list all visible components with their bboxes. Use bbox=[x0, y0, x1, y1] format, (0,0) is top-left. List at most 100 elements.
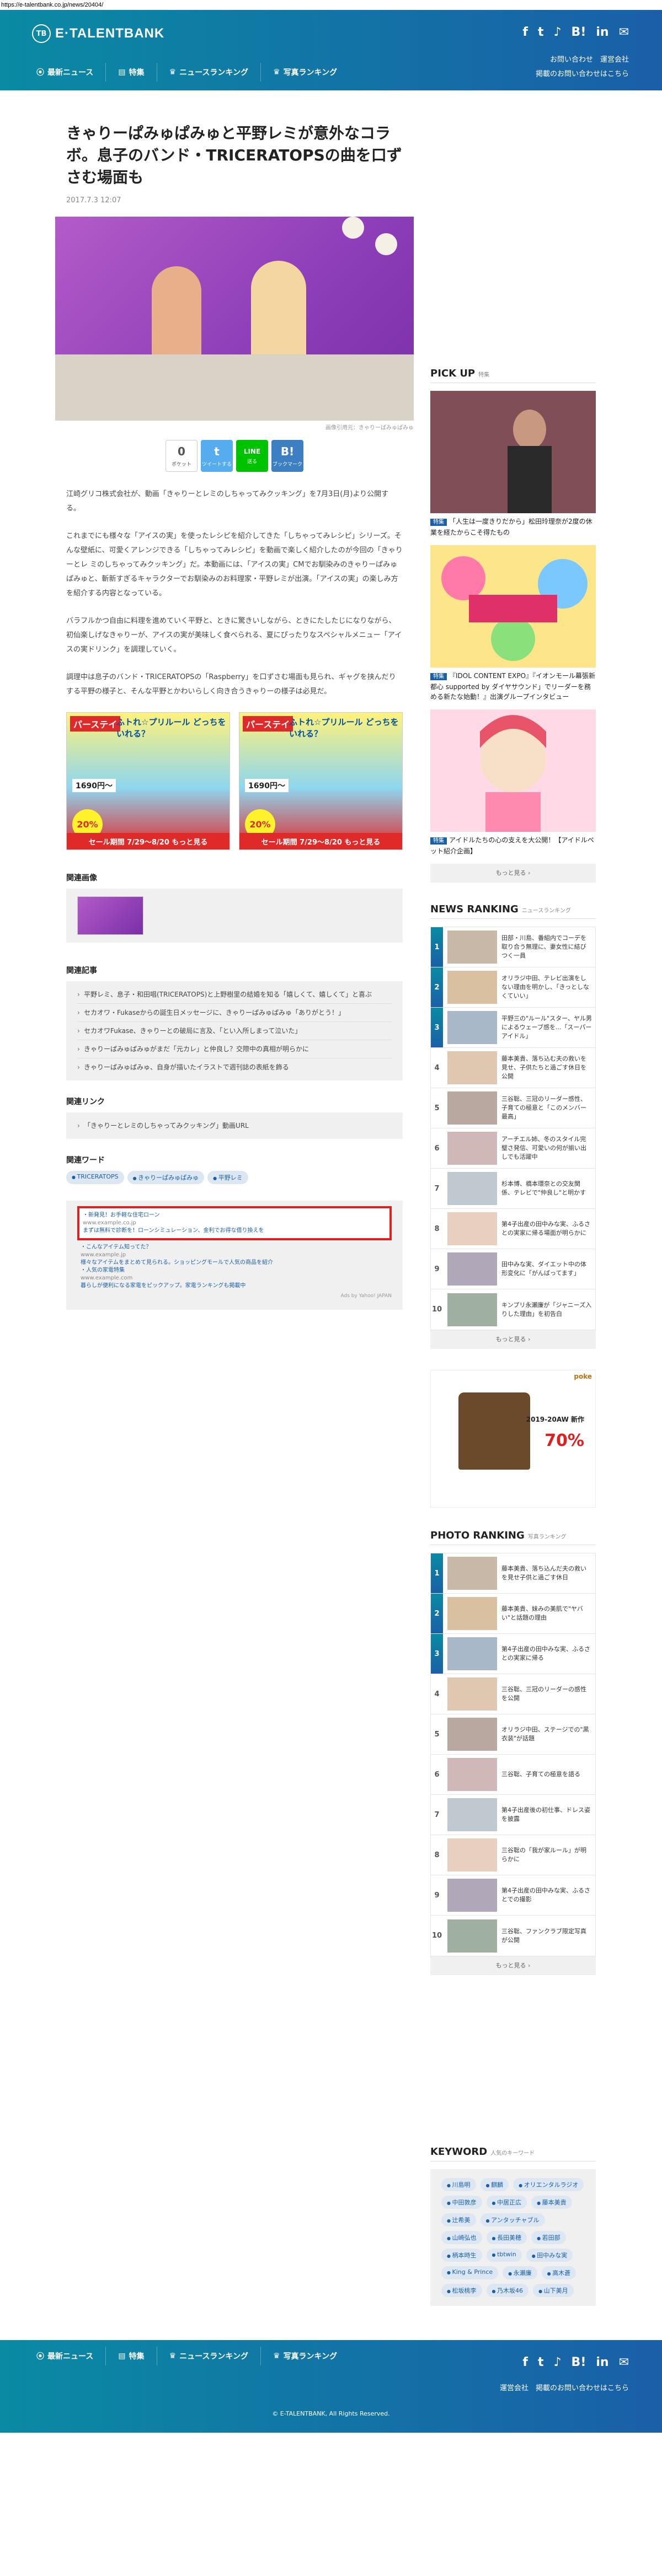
ranking-item[interactable]: 7 杉本博、橋本環奈との交友関係、テレビで"仲良し"と明かす bbox=[431, 1169, 595, 1209]
nav-news-ranking[interactable]: ♛ ニュースランキング bbox=[157, 63, 261, 82]
keyword-tag[interactable]: 田中みな実 bbox=[526, 2249, 573, 2262]
ranking-item[interactable]: 10 キンプリ永瀬廉が「ジャニーズ入りした理由」を初告白 bbox=[431, 1289, 595, 1330]
line-button[interactable]: LINE 送る bbox=[236, 440, 268, 472]
pickup-badge: 特集 bbox=[430, 673, 447, 680]
keyword-tag[interactable]: 中居正広 bbox=[486, 2196, 527, 2209]
rank-text: 田部・川島、番組内でコーデを取り合う無理に、妻女性に結びつく一員 bbox=[501, 934, 586, 959]
ad-inquiry-link[interactable]: 掲載のお問い合わせはこちら bbox=[536, 2384, 629, 2392]
keyword-tag[interactable]: きゃりーぱみゅぱみゅ bbox=[127, 1171, 205, 1184]
keyword-tag[interactable]: 川島明 bbox=[441, 2178, 476, 2191]
company-link[interactable]: 運営会社 bbox=[500, 2384, 528, 2392]
ranking-item[interactable]: 4 三谷聡、三冠のリーダーの感性を公開 bbox=[431, 1674, 595, 1714]
ranking-item[interactable]: 5 オリラジ中田、ステージでの"黒衣装"が話題 bbox=[431, 1714, 595, 1755]
keyword-tag[interactable]: 松坂桃李 bbox=[441, 2284, 482, 2297]
nav-latest-news[interactable]: ⦿ 最新ニュース bbox=[32, 2347, 106, 2365]
facebook-icon[interactable]: f bbox=[522, 25, 528, 39]
keyword-tag[interactable]: オリエンタルラジオ bbox=[513, 2178, 584, 2191]
keyword-tag[interactable]: アンタッチャブル bbox=[480, 2213, 545, 2227]
related-item[interactable]: セカオワ・Fukaseからの誕生日メッセージに、きゃりーぱみゅぱみゅ「ありがとう… bbox=[77, 1004, 392, 1022]
ranking-item[interactable]: 9 田中みな実、ダイエット中の体形変化に「がんばってます」 bbox=[431, 1249, 595, 1289]
twitter-icon[interactable]: t bbox=[538, 2355, 544, 2369]
nav-feature[interactable]: ▤ 特集 bbox=[106, 63, 157, 82]
pocket-button[interactable]: 0 ポケット bbox=[166, 440, 197, 472]
mail-icon[interactable]: ✉ bbox=[619, 2355, 629, 2369]
ranking-item[interactable]: 2 藤本美貴、妹みの美肌で"ヤバい"と話題の理由 bbox=[431, 1594, 595, 1634]
keyword-tag[interactable]: 平野レミ bbox=[207, 1171, 248, 1184]
related-link[interactable]: 「きゃりーとレミのしちゃってみクッキング」動画URL bbox=[77, 1117, 392, 1134]
keyword-tag[interactable]: TRICERATOPS bbox=[66, 1171, 124, 1184]
ranking-item[interactable]: 3 第4子出産の田中みな実、ふるさとの実家に帰る bbox=[431, 1634, 595, 1674]
recommend-url: www.example.com bbox=[81, 1275, 133, 1281]
pickup-more-button[interactable]: もっと見る › bbox=[430, 864, 596, 883]
hatena-icon[interactable]: B! bbox=[572, 25, 586, 39]
facebook-icon[interactable]: f bbox=[522, 2355, 528, 2369]
hatena-icon[interactable]: B! bbox=[572, 2355, 586, 2369]
tiktok-icon[interactable]: ♪ bbox=[554, 2355, 562, 2369]
ad-banner[interactable]: パーステイ ふトれ☆プリルール どっちをいれる？ 1690円〜 20% セール期… bbox=[66, 712, 230, 850]
ad-banner[interactable]: パーステイ ふトれ☆プリルール どっちをいれる？ 1690円〜 20% セール期… bbox=[239, 712, 403, 850]
photo-more-button[interactable]: もっと見る › bbox=[430, 1956, 596, 1975]
keyword-tag[interactable]: 永瀬廉 bbox=[503, 2266, 537, 2279]
keyword-tag[interactable]: King & Prince bbox=[441, 2266, 499, 2279]
recommend-title[interactable]: ・人気の家電特集 bbox=[81, 1267, 388, 1274]
keyword-tag[interactable]: 藤本美貴 bbox=[531, 2196, 572, 2209]
ranking-item[interactable]: 4 藤本美貴、落ち込む夫の救いを見せ、子供たちと過ごす休日を公開 bbox=[431, 1048, 595, 1088]
linkedin-icon[interactable]: in bbox=[596, 25, 608, 39]
photo-ranking-title: PHOTO RANKING bbox=[430, 1530, 525, 1541]
twitter-icon[interactable]: t bbox=[538, 25, 544, 39]
nav-photo-ranking[interactable]: ♛ 写真ランキング bbox=[261, 2347, 349, 2365]
tweet-button[interactable]: t ツイートする bbox=[201, 440, 233, 472]
ranking-item[interactable]: 6 アーチエル姉、冬のスタイル完璧さ発信、可愛いの何が揃い出しでも活躍中 bbox=[431, 1128, 595, 1169]
keyword-tag[interactable]: 辻希美 bbox=[441, 2213, 476, 2227]
contact-link[interactable]: お問い合わせ bbox=[550, 56, 593, 64]
ranking-item[interactable]: 8 三谷聡の「我が家ルール」が明らかに bbox=[431, 1835, 595, 1875]
ranking-item[interactable]: 1 藤本美貴、落ち込んだ夫の救いを見せ子供と過ごす休日 bbox=[431, 1553, 595, 1594]
ranking-item[interactable]: 5 三谷聡、三冠のリーダー感性、子育ての極意と「このメンバー最高」 bbox=[431, 1088, 595, 1128]
related-item[interactable]: 平野レミ、息子・和田唱(TRICERATOPS)と上野樹里の結婚を知る「嬉しくて… bbox=[77, 986, 392, 1004]
ranking-item[interactable]: 3 平野三の"ルール"スター、ヤル男によるウェーブ感を...「スーパーアイドル」 bbox=[431, 1008, 595, 1048]
ranking-item[interactable]: 7 第4子出産後の初仕事、ドレス姿を披露 bbox=[431, 1795, 595, 1835]
nav-feature[interactable]: ▤ 特集 bbox=[106, 2347, 157, 2365]
recommend-highlight[interactable]: ・新発見！お手軽な住宅ローン www.example.co.jp まずは無料で診… bbox=[77, 1206, 392, 1240]
ranking-item[interactable]: 2 オリラジ中田、テレビ出演をしない理由を明かし、「きっとしなくていい」 bbox=[431, 967, 595, 1008]
company-link[interactable]: 運営会社 bbox=[600, 56, 629, 64]
keyword-tag[interactable]: 麒麟 bbox=[480, 2178, 509, 2191]
ranking-item[interactable]: 9 第4子出産の田中みな実、ふるさとでの撮影 bbox=[431, 1875, 595, 1916]
nav-photo-ranking[interactable]: ♛ 写真ランキング bbox=[261, 63, 349, 82]
keyword-tag[interactable]: 若田部 bbox=[531, 2231, 566, 2244]
side-ad[interactable]: poke 2019-20AW 新作 70% bbox=[430, 1370, 596, 1508]
recommend-title[interactable]: ・こんなアイテム知ってた？ bbox=[81, 1244, 388, 1251]
keyword-tag[interactable]: 長田美穂 bbox=[486, 2231, 527, 2244]
pickup-item[interactable]: 特集 「人生は一度きりだから」松田玲理奈が2度の休業を経たからこそ得たもの bbox=[430, 391, 596, 537]
site-logo[interactable]: TB E·TALENTBANK bbox=[32, 24, 164, 43]
keyword-tag[interactable]: 中田敦彦 bbox=[441, 2196, 482, 2209]
linkedin-icon[interactable]: in bbox=[596, 2355, 608, 2369]
ad-inquiry-link[interactable]: 掲載のお問い合わせはこちら bbox=[536, 70, 629, 78]
url-bar[interactable]: https://e-talentbank.co.jp/news/20404/ bbox=[0, 0, 662, 10]
ranking-item[interactable]: 10 三谷聡、ファンクラブ限定写真が公開 bbox=[431, 1916, 595, 1956]
keyword-tag[interactable]: 山崎弘也 bbox=[441, 2231, 482, 2244]
keyword-tag[interactable]: 山下美月 bbox=[533, 2284, 574, 2297]
keyword-tag[interactable]: tbtwin bbox=[486, 2249, 522, 2262]
ranking-item[interactable]: 1 田部・川島、番組内でコーデを取り合う無理に、妻女性に結びつく一員 bbox=[431, 927, 595, 967]
pickup-item[interactable]: 特集 『IDOL CONTENT EXPO』『イオンモール幕張新都心 suppor… bbox=[430, 545, 596, 702]
rank-number: 6 bbox=[431, 1128, 443, 1168]
hatena-button[interactable]: B! ブックマーク bbox=[271, 440, 303, 472]
keyword-tag[interactable]: 乃木坂46 bbox=[486, 2284, 529, 2297]
nav-news-ranking[interactable]: ♛ ニュースランキング bbox=[157, 2347, 261, 2365]
news-more-button[interactable]: もっと見る › bbox=[430, 1330, 596, 1349]
recommend-title[interactable]: ・新発見！お手軽な住宅ローン bbox=[83, 1212, 386, 1219]
ranking-item[interactable]: 6 三谷聡、子育ての極意を語る bbox=[431, 1755, 595, 1795]
pickup-item[interactable]: 特集 アイドルたちの心の支えを大公開！【アイドルペット紹介企画】 bbox=[430, 709, 596, 856]
rank-thumbnail bbox=[447, 1132, 497, 1165]
nav-latest-news[interactable]: ⦿ 最新ニュース bbox=[32, 63, 106, 82]
related-item[interactable]: きゃりーぱみゅぱみゅ、自身が描いたイラストで週刊誌の表紙を飾る bbox=[77, 1058, 392, 1076]
keyword-tag[interactable]: 高木蒼 bbox=[541, 2266, 576, 2279]
gallery-thumbnail[interactable] bbox=[77, 896, 143, 935]
tiktok-icon[interactable]: ♪ bbox=[554, 25, 562, 39]
mail-icon[interactable]: ✉ bbox=[619, 25, 629, 39]
keyword-tag[interactable]: 柄本時生 bbox=[441, 2249, 482, 2262]
ranking-item[interactable]: 8 第4子出産の田中みな実、ふるさとの実家に帰る場面が明らかに bbox=[431, 1209, 595, 1249]
related-item[interactable]: きゃりーぱみゅぱみゅがまだ「元カレ」と仲良し？交際中の真相が明らかに bbox=[77, 1040, 392, 1058]
related-item[interactable]: セカオワFukase、きゃりーとの破局に言及、「とい入所しまって泣いた」 bbox=[77, 1022, 392, 1040]
